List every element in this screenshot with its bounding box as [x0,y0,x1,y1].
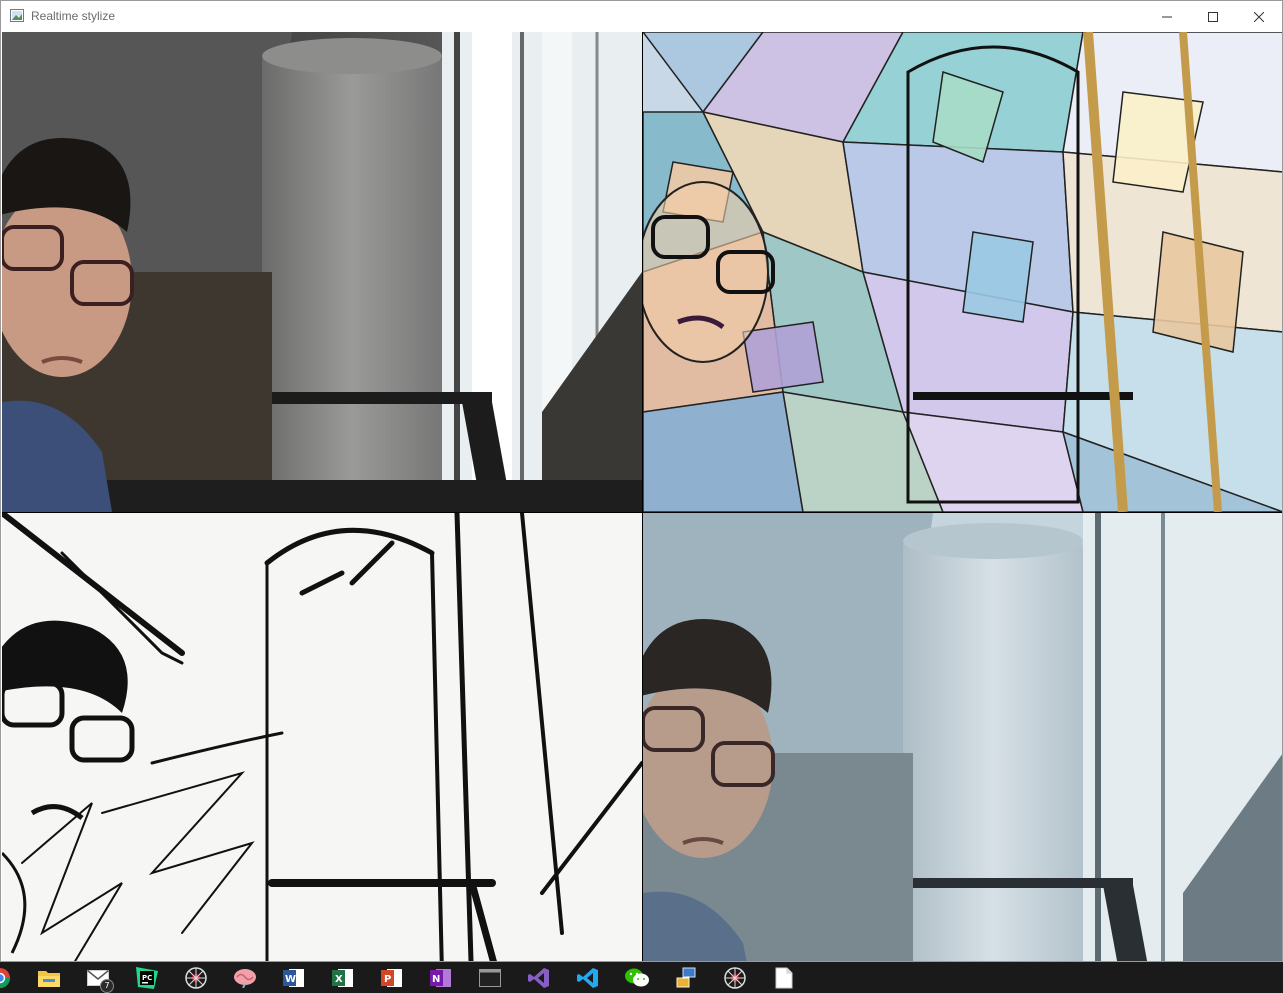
title-bar[interactable]: Realtime stylize [1,1,1282,32]
original-frame-pane [2,32,642,512]
pycharm-icon[interactable]: PC [135,966,159,990]
mosaic-frame-image [643,32,1282,512]
svg-text:W: W [285,974,296,985]
svg-text:N: N [432,974,440,985]
close-icon [1254,11,1264,22]
powerpoint-icon[interactable]: P [380,966,404,990]
camera-frame-image [2,32,642,512]
brain-app-icon[interactable] [233,966,257,990]
spider-app-icon[interactable] [184,966,208,990]
maximize-icon [1208,11,1218,22]
image-window-icon [10,9,24,22]
chrome-icon[interactable] [0,966,12,990]
spider-app-2-icon[interactable] [723,966,747,990]
svg-text:PC: PC [142,974,152,982]
stylize-canvas [2,32,1282,961]
mail-badge: 7 [100,979,114,993]
taskbar: 7 PC W X P N [0,962,1283,993]
wechat-icon[interactable] [625,966,649,990]
blank-document-icon[interactable] [772,966,796,990]
window-title: Realtime stylize [31,9,116,23]
file-explorer-icon[interactable] [37,966,61,990]
painting-pane [643,513,1282,961]
terminal-icon[interactable] [478,966,502,990]
close-button[interactable] [1236,1,1282,32]
maximize-button[interactable] [1190,1,1236,32]
svg-text:P: P [384,974,391,985]
mail-icon[interactable]: 7 [86,966,114,993]
minimize-icon [1162,16,1172,17]
ink-frame-image [2,513,642,961]
excel-icon[interactable]: X [331,966,355,990]
visual-studio-icon[interactable] [527,966,551,990]
onenote-icon[interactable]: N [429,966,453,990]
app-window: Realtime stylize [0,0,1283,962]
sketch-pane [2,513,642,961]
paint-frame-image [643,513,1282,961]
minimize-button[interactable] [1144,1,1190,32]
svg-text:X: X [335,974,343,985]
word-icon[interactable]: W [282,966,306,990]
stained-glass-pane [643,32,1282,512]
vscode-icon[interactable] [576,966,600,990]
network-app-icon[interactable] [674,966,698,990]
